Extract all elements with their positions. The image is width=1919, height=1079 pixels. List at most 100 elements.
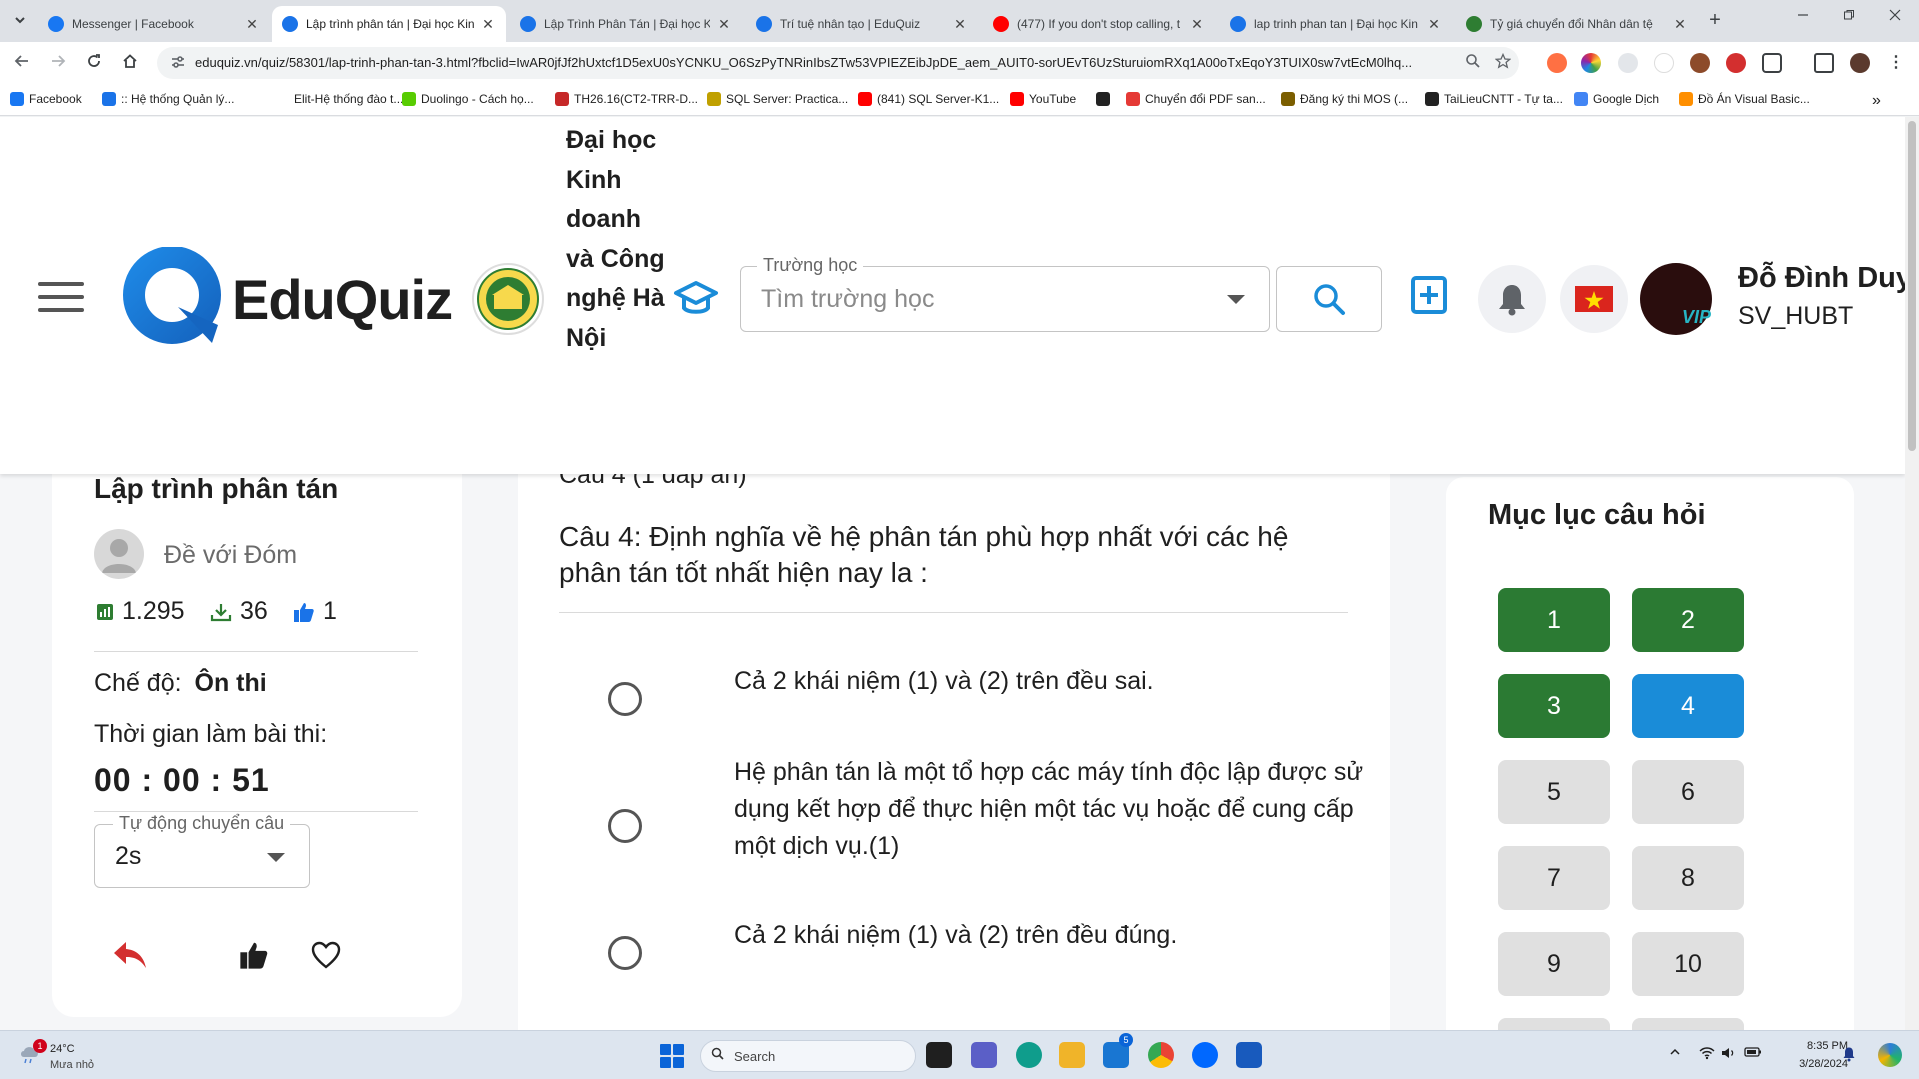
- option-1[interactable]: Cả 2 khái niệm (1) và (2) trên đều sai.: [608, 667, 1328, 716]
- favorite-button[interactable]: [308, 937, 344, 973]
- question-number-button[interactable]: 4: [1632, 674, 1744, 738]
- task-view-icon[interactable]: [926, 1042, 952, 1068]
- bookmark-item[interactable]: SQL Server: Practica...: [707, 92, 848, 106]
- user-name[interactable]: Đỗ Đình Duy: [1738, 262, 1905, 295]
- teams-icon[interactable]: [971, 1042, 997, 1068]
- question-number-button[interactable]: 7: [1498, 846, 1610, 910]
- extension-s-icon[interactable]: [1726, 53, 1746, 73]
- extension-b-icon[interactable]: [1618, 53, 1638, 73]
- battery-icon[interactable]: [1744, 1046, 1762, 1064]
- school-select[interactable]: Trường học Tìm trường học: [740, 255, 1270, 332]
- eduquiz-logo[interactable]: EduQuiz: [122, 247, 453, 351]
- scrollbar-thumb[interactable]: [1908, 121, 1916, 451]
- school-select-placeholder[interactable]: Tìm trường học: [761, 285, 934, 314]
- question-number-button[interactable]: 10: [1632, 932, 1744, 996]
- close-tab-icon[interactable]: ✕: [1426, 16, 1442, 33]
- extension-color-icon[interactable]: [1581, 53, 1601, 73]
- school-name[interactable]: Đại học Kinh doanh và Công nghệ Hà Nội: [566, 121, 666, 358]
- browser-tab[interactable]: Messenger | Facebook ✕: [38, 6, 270, 42]
- new-tab-button[interactable]: +: [1704, 10, 1726, 32]
- file-explorer-icon[interactable]: [1059, 1042, 1085, 1068]
- volume-icon[interactable]: [1720, 1046, 1738, 1064]
- start-button[interactable]: [660, 1044, 684, 1068]
- tab-search-button[interactable]: [8, 8, 32, 32]
- author-avatar[interactable]: [94, 529, 144, 579]
- edge-icon[interactable]: [1016, 1042, 1042, 1068]
- profile-avatar-icon[interactable]: [1850, 53, 1870, 73]
- back-button[interactable]: [10, 51, 34, 75]
- question-number-button[interactable]: 5: [1498, 760, 1610, 824]
- browser-tab[interactable]: Tỷ giá chuyển đổi Nhân dân tệ ✕: [1456, 6, 1698, 42]
- url-text[interactable]: eduquiz.vn/quiz/58301/lap-trinh-phan-tan…: [195, 55, 1435, 70]
- bookmark-item[interactable]: Facebook: [10, 92, 82, 106]
- bookmark-item[interactable]: YouTube: [1010, 92, 1076, 106]
- minimize-button[interactable]: [1780, 8, 1826, 32]
- extension-cookie-icon[interactable]: [1690, 53, 1710, 73]
- chevron-up-icon[interactable]: [1666, 1046, 1684, 1064]
- radio-button[interactable]: [608, 936, 642, 970]
- close-tab-icon[interactable]: ✕: [1672, 16, 1688, 33]
- like-action-button[interactable]: [236, 937, 272, 973]
- side-panel-icon[interactable]: [1814, 53, 1834, 73]
- bookmark-item[interactable]: Duolingo - Cách họ...: [402, 92, 534, 106]
- zalo-icon[interactable]: [1192, 1042, 1218, 1068]
- extension-pen-icon[interactable]: [1547, 53, 1567, 73]
- word-icon[interactable]: [1236, 1042, 1262, 1068]
- back-action-button[interactable]: [112, 937, 148, 973]
- bookmark-item[interactable]: TH26.16(CT2-TRR-D...: [555, 92, 698, 106]
- language-button[interactable]: [1560, 265, 1628, 333]
- bookmark-item[interactable]: Elit-Hệ thống đào t...: [275, 92, 403, 106]
- more-bookmarks-icon[interactable]: »: [1872, 92, 1881, 110]
- menu-button[interactable]: [38, 282, 84, 314]
- clock-date[interactable]: 3/28/2024: [1780, 1058, 1848, 1070]
- forward-button[interactable]: [46, 51, 70, 75]
- site-info-icon[interactable]: [169, 54, 187, 72]
- caret-down-icon[interactable]: [1227, 295, 1245, 304]
- extension-a-icon[interactable]: [1654, 53, 1674, 73]
- address-bar[interactable]: eduquiz.vn/quiz/58301/lap-trinh-phan-tan…: [157, 47, 1519, 79]
- question-number-button[interactable]: 2: [1632, 588, 1744, 652]
- bookmark-item[interactable]: :: Hệ thống Quản lý...: [102, 92, 234, 106]
- browser-tab[interactable]: Lập Trình Phân Tán | Đại học Ki ✕: [510, 6, 742, 42]
- bookmark-item[interactable]: (841) SQL Server-K1...: [858, 92, 999, 106]
- bookmark-item[interactable]: Chuyển đổi PDF san...: [1126, 92, 1266, 106]
- close-tab-icon[interactable]: ✕: [952, 16, 968, 33]
- question-number-button[interactable]: 9: [1498, 932, 1610, 996]
- extensions-puzzle-icon[interactable]: [1762, 53, 1782, 73]
- search-button[interactable]: [1276, 266, 1382, 332]
- auto-next-select[interactable]: Tự động chuyển câu 2s: [94, 813, 310, 888]
- bookmark-item[interactable]: Đăng ký thi MOS (...: [1281, 92, 1408, 106]
- radio-button[interactable]: [608, 809, 642, 843]
- author-name[interactable]: Đề với Đóm: [164, 541, 297, 570]
- bookmark-item[interactable]: Đồ Án Visual Basic...: [1679, 92, 1810, 106]
- browser-tab[interactable]: Lập trình phân tán | Đại học Kin ✕: [272, 6, 506, 42]
- question-number-button[interactable]: 12: [1632, 1018, 1744, 1030]
- bookmark-item[interactable]: [1096, 92, 1115, 106]
- zoom-icon[interactable]: [1463, 53, 1483, 73]
- question-number-button[interactable]: 3: [1498, 674, 1610, 738]
- weather-temperature[interactable]: 24°C: [50, 1043, 75, 1055]
- wifi-icon[interactable]: [1698, 1046, 1716, 1064]
- close-tab-icon[interactable]: ✕: [480, 16, 496, 33]
- notifications-button[interactable]: [1478, 265, 1546, 333]
- restore-button[interactable]: [1826, 8, 1872, 32]
- close-tab-icon[interactable]: ✕: [1189, 16, 1205, 33]
- question-number-button[interactable]: 1: [1498, 588, 1610, 652]
- browser-tab[interactable]: Trí tuệ nhân tạo | EduQuiz ✕: [746, 6, 978, 42]
- page-scrollbar[interactable]: [1905, 117, 1919, 1030]
- browser-tab[interactable]: lap trinh phan tan | Đại học Kin ✕: [1220, 6, 1452, 42]
- copilot-icon[interactable]: [1878, 1043, 1902, 1067]
- close-window-button[interactable]: [1872, 8, 1918, 32]
- browser-tab[interactable]: (477) If you don't stop calling, t ✕: [983, 6, 1215, 42]
- bookmark-item[interactable]: TaiLieuCNTT - Tự ta...: [1425, 92, 1563, 106]
- browser-menu-icon[interactable]: ⋮: [1886, 53, 1906, 73]
- home-button[interactable]: [118, 51, 142, 75]
- close-tab-icon[interactable]: ✕: [716, 16, 732, 33]
- close-tab-icon[interactable]: ✕: [244, 16, 260, 33]
- question-number-button[interactable]: 11: [1498, 1018, 1610, 1030]
- taskbar-search[interactable]: Search: [700, 1040, 916, 1072]
- school-logo[interactable]: [472, 263, 544, 335]
- bookmark-star-icon[interactable]: [1493, 52, 1513, 73]
- question-number-button[interactable]: 8: [1632, 846, 1744, 910]
- question-number-button[interactable]: 6: [1632, 760, 1744, 824]
